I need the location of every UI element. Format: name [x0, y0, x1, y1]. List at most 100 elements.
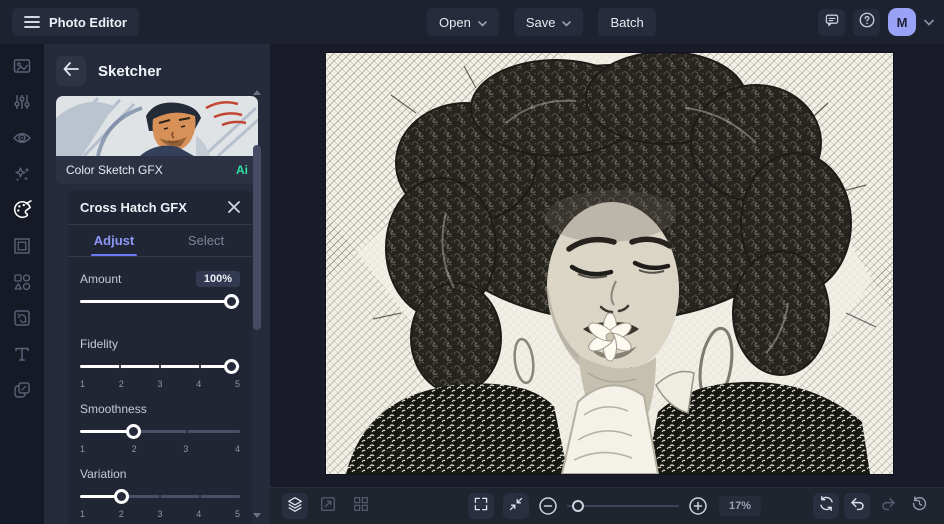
panel-scrollbar[interactable]	[253, 145, 261, 330]
preset-card-color-sketch[interactable]: Color Sketch GFX Ai	[56, 96, 258, 184]
chat-icon	[824, 12, 840, 33]
rail-item-layers[interactable]	[4, 374, 40, 410]
zoom-slider-handle[interactable]	[572, 500, 584, 512]
rail-item-edit[interactable]	[4, 50, 40, 86]
question-mark-icon	[858, 11, 876, 34]
tick-label: 2	[131, 444, 137, 454]
canvas-area[interactable]: 17%	[270, 44, 944, 524]
tab-select[interactable]: Select	[160, 225, 252, 256]
undo-button[interactable]	[844, 493, 870, 519]
rail-item-adjust[interactable]	[4, 86, 40, 122]
tick-label: 2	[118, 379, 124, 389]
tick-label: 1	[80, 509, 86, 519]
slider-notch	[159, 494, 161, 499]
tick-label: 4	[234, 444, 240, 454]
slider-handle[interactable]	[224, 294, 239, 309]
slider-notch	[199, 494, 201, 499]
rail-item-artsy[interactable]	[4, 194, 40, 230]
rail-item-effects[interactable]	[4, 158, 40, 194]
resize-icon	[319, 495, 337, 518]
chevron-down-icon	[478, 15, 487, 30]
zoom-in-icon[interactable]	[688, 496, 708, 516]
amount-value-badge: 100%	[195, 271, 240, 287]
fidelity-slider[interactable]	[80, 359, 240, 375]
text-icon	[12, 344, 32, 369]
tick-label: 3	[157, 379, 163, 389]
grid-view-button[interactable]	[348, 493, 374, 519]
slider-group-fidelity: Fidelity 12345	[80, 337, 240, 389]
back-button[interactable]	[56, 56, 86, 86]
rail-item-touch-up[interactable]	[4, 122, 40, 158]
amount-slider[interactable]	[80, 294, 240, 310]
rail-item-text[interactable]	[4, 338, 40, 374]
slider-group-amount: Amount 100%	[80, 269, 240, 325]
sketcher-panel: Sketcher Color Sketch GFX Ai Cross Hatch…	[44, 44, 270, 524]
overlap-layers-icon	[12, 380, 32, 405]
fullscreen-icon	[473, 496, 489, 517]
effect-title: Cross Hatch GFX	[80, 199, 187, 215]
smoothness-slider[interactable]	[80, 424, 240, 440]
grid-icon	[352, 495, 370, 518]
avatar[interactable]: M	[888, 8, 916, 36]
shapes-icon	[12, 272, 32, 297]
bottom-toolbar: 17%	[270, 487, 944, 524]
undo-icon	[849, 495, 866, 517]
tick-label: 3	[157, 509, 163, 519]
slider-notch	[159, 364, 161, 369]
preset-thumbnail	[56, 96, 258, 156]
panel-title: Sketcher	[98, 62, 162, 80]
fullscreen-button[interactable]	[468, 493, 494, 519]
resize-button[interactable]	[315, 493, 341, 519]
tick-label: 1	[80, 379, 86, 389]
tick-label: 5	[234, 379, 240, 389]
history-icon	[911, 495, 928, 517]
edited-image[interactable]	[326, 53, 893, 474]
fit-to-screen-button[interactable]	[503, 493, 529, 519]
slider-handle[interactable]	[224, 359, 239, 374]
zoom-percent[interactable]: 17%	[719, 496, 762, 516]
effect-settings-card: Cross Hatch GFX Adjust Select Amount 100…	[68, 190, 252, 524]
fit-to-screen-icon	[508, 496, 524, 517]
texture-icon	[12, 308, 32, 333]
redo-button[interactable]	[875, 493, 901, 519]
refresh-button[interactable]	[813, 493, 839, 519]
sliders-icon	[12, 92, 32, 117]
zoom-slider[interactable]	[567, 499, 679, 513]
file-actions: Open Save Batch	[427, 8, 656, 36]
rail-item-graphics[interactable]	[4, 266, 40, 302]
feedback-chat-button[interactable]	[818, 8, 845, 36]
slider-group-variation: Variation 12345	[80, 467, 240, 519]
image-icon	[12, 56, 32, 81]
tick-label: 5	[234, 509, 240, 519]
arrow-left-icon	[63, 61, 79, 81]
save-button[interactable]: Save	[513, 8, 584, 36]
redo-icon	[880, 495, 897, 517]
top-bar: Photo Editor Open Save Batch M	[0, 0, 944, 44]
slider-handle[interactable]	[113, 489, 129, 504]
sparkles-icon	[12, 164, 32, 189]
zoom-out-icon[interactable]	[538, 496, 558, 516]
tick-label: 4	[196, 509, 202, 519]
close-icon[interactable]	[228, 201, 240, 213]
tab-adjust[interactable]: Adjust	[68, 225, 160, 256]
effect-tabs: Adjust Select	[68, 225, 252, 257]
panel-scroll-down-icon[interactable]	[253, 513, 261, 518]
account-chevron-icon[interactable]	[924, 19, 934, 26]
variation-slider[interactable]	[80, 489, 240, 505]
frame-icon	[12, 236, 32, 261]
slider-notch	[185, 429, 188, 434]
history-button[interactable]	[906, 493, 932, 519]
tick-label: 1	[80, 444, 86, 454]
batch-button[interactable]: Batch	[598, 8, 656, 36]
ai-badge: Ai	[236, 163, 248, 177]
hamburger-icon	[24, 15, 40, 29]
panel-scroll-up-icon[interactable]	[253, 90, 261, 95]
slider-group-smoothness: Smoothness 1234	[80, 402, 240, 454]
main-menu-button[interactable]: Photo Editor	[12, 8, 139, 36]
open-button[interactable]: Open	[427, 8, 499, 36]
help-button[interactable]	[853, 8, 880, 36]
rail-item-frames[interactable]	[4, 230, 40, 266]
tool-rail	[0, 44, 44, 524]
rail-item-textures[interactable]	[4, 302, 40, 338]
layers-button[interactable]	[282, 493, 308, 519]
